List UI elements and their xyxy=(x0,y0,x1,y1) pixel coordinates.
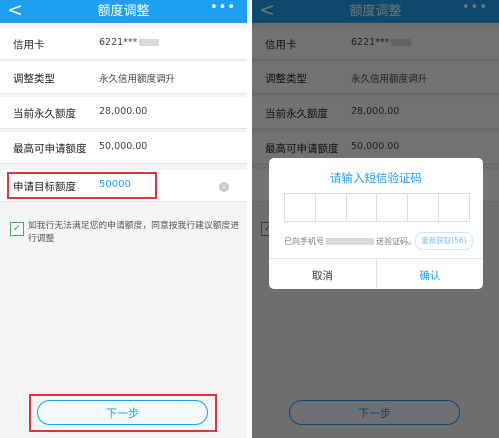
cancel-button[interactable]: 取消 xyxy=(269,268,376,283)
sms-sent-text: 已向手机号 送验证码。 xyxy=(284,237,416,246)
code-digit-box[interactable] xyxy=(285,194,316,221)
code-digit-box[interactable] xyxy=(408,194,440,221)
left-screen: < 额度调整 ••• 信用卡 6221*** 调整类型 永久信用额度调升 当前永… xyxy=(0,0,247,438)
more-icon[interactable]: ••• xyxy=(210,0,236,15)
row-max-limit: 最高可申请额度 50,000.00 xyxy=(0,132,247,164)
sms-verify-dialog: 请输入短信验证码 已向手机号 送验证码。 重新获取(56) 取消 确认 xyxy=(269,158,483,289)
confirm-button[interactable]: 确认 xyxy=(377,268,483,283)
agree-checkbox[interactable]: ✓ xyxy=(10,222,24,236)
row-label: 调整类型 xyxy=(13,73,55,85)
code-digit-box[interactable] xyxy=(377,194,409,221)
highlight-frame xyxy=(7,172,157,199)
right-screen: < 额度调整 ••• 信用卡 6221*** 调整类型 永久信用额度调升 当前永… xyxy=(252,0,499,438)
row-value: 永久信用额度调升 xyxy=(99,74,176,85)
row-label: 最高可申请额度 xyxy=(13,143,87,155)
masked-phone xyxy=(326,238,374,245)
row-current-limit: 当前永久额度 28,000.00 xyxy=(0,97,247,129)
nav-bar: < 额度调整 ••• xyxy=(0,0,247,23)
code-digit-box[interactable] xyxy=(439,194,469,221)
row-value: 28,000.00 xyxy=(99,106,148,117)
code-digit-box[interactable] xyxy=(316,194,347,221)
agreement-text: 如我行无法满足您的申请额度，同意按我行建议额度进行调整 xyxy=(28,221,240,244)
sms-code-input[interactable] xyxy=(284,193,470,222)
code-digit-box[interactable] xyxy=(347,194,378,221)
dialog-title: 请输入短信验证码 xyxy=(330,171,422,185)
clear-icon[interactable]: × xyxy=(219,182,229,192)
row-value: 50,000.00 xyxy=(99,141,148,152)
masked-digits xyxy=(139,39,160,46)
resend-button[interactable]: 重新获取(56) xyxy=(415,232,473,250)
row-adjust-type: 调整类型 永久信用额度调升 xyxy=(0,62,247,94)
row-value: 6221*** xyxy=(99,37,160,48)
row-credit-card: 信用卡 6221*** xyxy=(0,28,247,60)
row-label: 信用卡 xyxy=(13,39,45,51)
highlight-frame xyxy=(29,394,217,432)
row-label: 当前永久额度 xyxy=(13,108,76,120)
